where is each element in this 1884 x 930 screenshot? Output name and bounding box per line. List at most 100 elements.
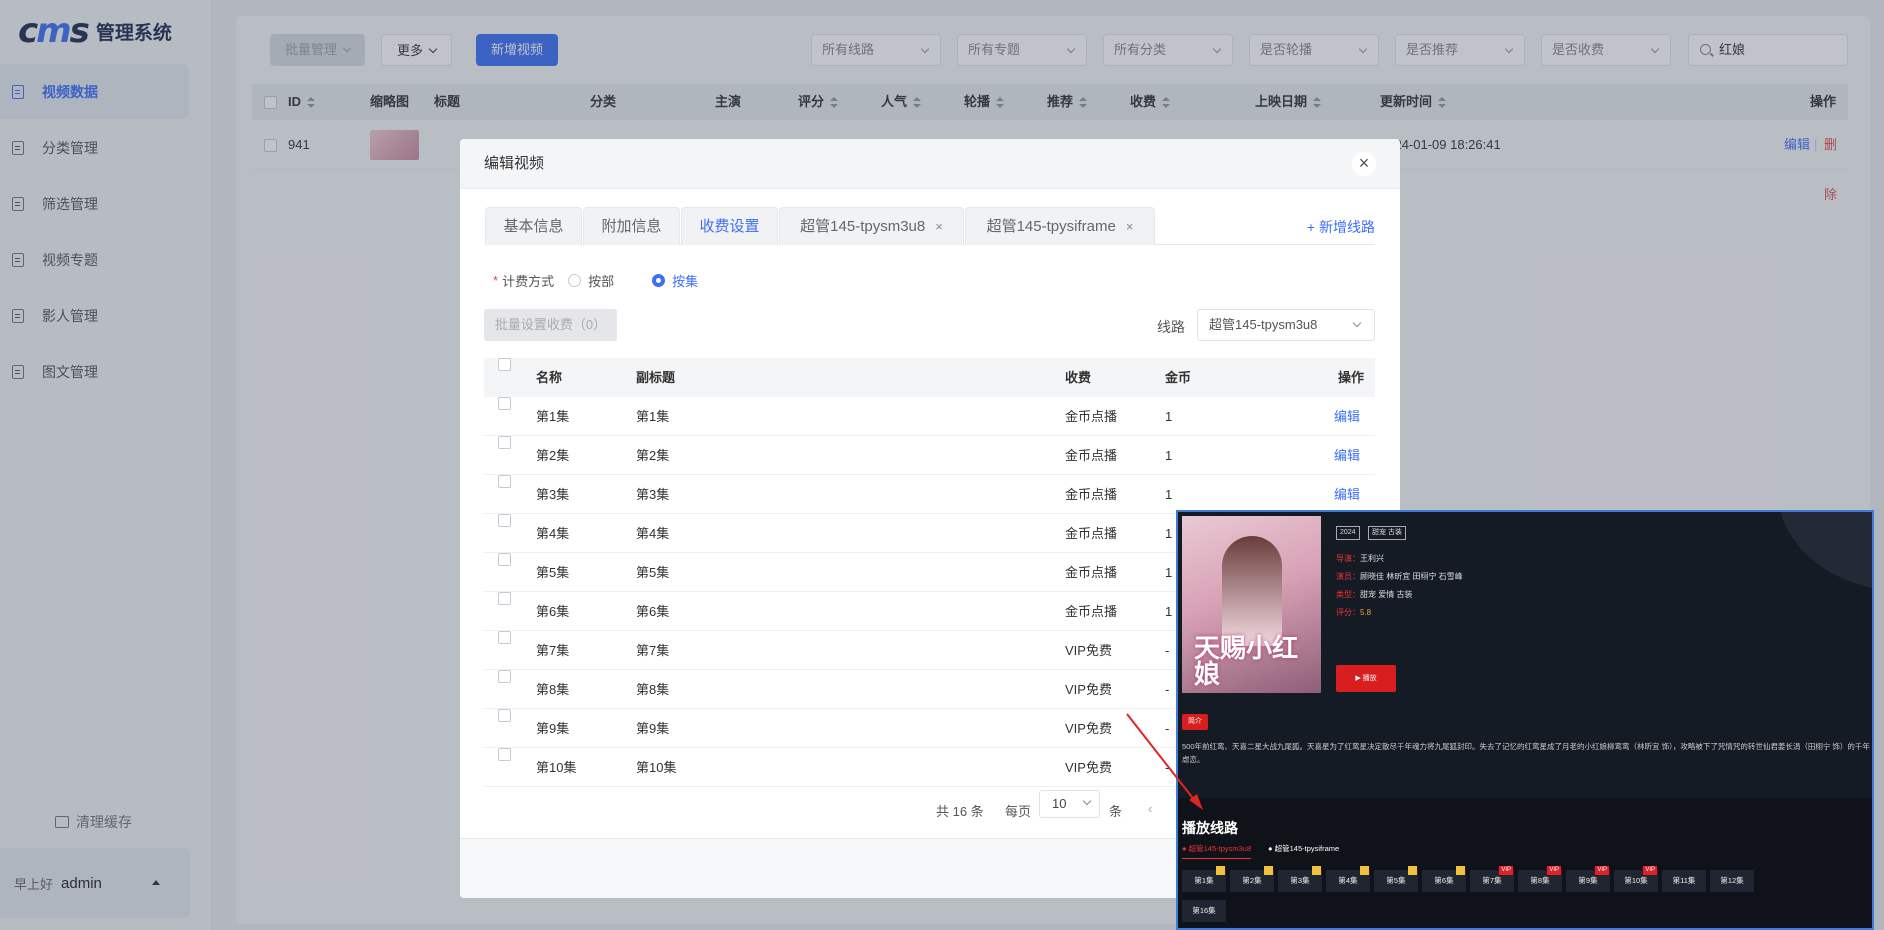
tab-route-iframe[interactable]: 超管145-tpysiframe × — [965, 207, 1155, 245]
line-value: 顾晓佳 林昕宜 田栩宁 石雪峰 — [1360, 572, 1463, 581]
close-icon[interactable]: × — [935, 219, 943, 234]
episode-edit-link[interactable]: 编辑 — [1334, 397, 1360, 436]
page-size-select[interactable]: 10 — [1039, 790, 1100, 818]
preview-episode-button[interactable]: 第16集 — [1182, 900, 1226, 922]
checkbox[interactable] — [498, 709, 511, 722]
vip-badge: VIP — [1499, 866, 1513, 875]
score-line: 评分：5.8 — [1336, 607, 1371, 618]
checkbox[interactable] — [498, 631, 511, 644]
episode-label: 第1集 — [1194, 876, 1214, 885]
line-label: 导演： — [1336, 554, 1360, 563]
episode-subtitle: 第1集 — [636, 409, 670, 424]
tab-billing[interactable]: 收费设置 — [681, 207, 778, 245]
route-label: 线路 — [1157, 319, 1185, 335]
route-value: 超管145-tpysm3u8 — [1209, 317, 1318, 332]
decor-arc — [1778, 512, 1872, 592]
episode-coin: 1 — [1165, 448, 1173, 463]
tab-route-m3u8[interactable]: 超管145-tpysm3u8 × — [779, 207, 964, 245]
radio-per-series[interactable] — [568, 274, 582, 287]
episode-fee: 金币点播 — [1065, 409, 1118, 424]
episode-fee: 金币点播 — [1065, 487, 1118, 502]
preview-episode-button[interactable]: 第1集 — [1182, 866, 1226, 892]
episode-subtitle: 第10集 — [636, 760, 677, 775]
preview-episode-button[interactable]: 第9集 VIP — [1566, 866, 1610, 892]
tab-label: 超管145-tpysm3u8 — [800, 218, 926, 235]
episode-name: 第5集 — [536, 565, 570, 580]
radio-per-episode[interactable] — [652, 274, 666, 287]
batch-set-fee-button[interactable]: 批量设置收费（0） — [484, 309, 617, 341]
preview-episode-button[interactable]: 第3集 — [1278, 866, 1322, 892]
episode-name: 第7集 — [536, 643, 570, 658]
close-icon[interactable]: × — [1352, 152, 1376, 176]
checkbox[interactable] — [498, 358, 511, 371]
episode-fee: VIP免费 — [1065, 760, 1112, 775]
coin-badge — [1407, 866, 1417, 875]
checkbox[interactable] — [498, 475, 511, 488]
preview-episode-button[interactable]: 第12集 — [1710, 870, 1754, 892]
radio-label[interactable]: 按部 — [588, 271, 614, 290]
add-line-link[interactable]: + 新增线路 — [1307, 217, 1375, 237]
episode-name: 第10集 — [536, 760, 577, 775]
col-action: 操作 — [1338, 370, 1365, 385]
coin-badge — [1359, 866, 1369, 875]
checkbox[interactable] — [498, 748, 511, 761]
episode-name: 第8集 — [536, 682, 570, 697]
synopsis: 500年前红鸾、天喜二星大战九尾狐。天喜星为了红鸾星决定散尽千年魂力将九尾狐封印… — [1182, 742, 1870, 764]
episode-coin: 1 — [1165, 487, 1173, 502]
checkbox[interactable] — [498, 436, 511, 449]
episode-edit-link[interactable]: 编辑 — [1334, 475, 1360, 514]
tab-extra-info[interactable]: 附加信息 — [583, 207, 680, 245]
tab-basic-info[interactable]: 基本信息 — [485, 207, 582, 245]
route-tab-m3u8[interactable]: ● 超管145-tpysm3u8 — [1182, 843, 1252, 859]
episode-name: 第2集 — [536, 448, 570, 463]
episode-label: 第2集 — [1242, 876, 1262, 885]
col-subtitle: 副标题 — [636, 370, 676, 385]
episode-name: 第3集 — [536, 487, 570, 502]
preview-episode-button[interactable]: 第6集 — [1422, 866, 1466, 892]
episode-label: 第9集 — [1578, 876, 1598, 885]
preview-episode-button[interactable]: 第10集 VIP — [1614, 866, 1658, 892]
year-tag: 2024 — [1336, 526, 1360, 540]
preview-episode-button[interactable]: 第7集 VIP — [1470, 866, 1514, 892]
play-button[interactable]: ▶ 播放 — [1336, 665, 1396, 692]
episode-subtitle: 第7集 — [636, 643, 670, 658]
episode-table-header: 名称 副标题 收费 金币 操作 — [484, 358, 1375, 397]
vip-badge: VIP — [1595, 866, 1609, 875]
episode-fee: 金币点播 — [1065, 565, 1118, 580]
episode-coin: 1 — [1165, 604, 1173, 619]
modal-title: 编辑视频 — [460, 139, 1400, 189]
checkbox[interactable] — [498, 397, 511, 410]
annotation-arrow — [1126, 713, 1203, 810]
episode-row: 第3集 第3集 金币点播 1 编辑 — [484, 475, 1375, 514]
checkbox[interactable] — [498, 514, 511, 527]
pager-unit: 条 — [1109, 804, 1123, 819]
episode-label: 第11集 — [1672, 876, 1696, 885]
tab-label: 超管145-tpysiframe — [986, 218, 1116, 235]
close-icon[interactable]: × — [1126, 219, 1134, 234]
play-label: 播放 — [1362, 675, 1377, 682]
episode-subtitle: 第9集 — [636, 721, 670, 736]
checkbox[interactable] — [498, 670, 511, 683]
radio-label[interactable]: 按集 — [672, 271, 698, 290]
coin-badge — [1215, 866, 1225, 875]
type-line: 类型：甜宠 爱情 古装 — [1336, 589, 1412, 600]
billing-label: 计费方式 — [502, 274, 555, 289]
preview-episode-button[interactable]: 第2集 — [1230, 866, 1274, 892]
preview-episode-button[interactable]: 第8集 VIP — [1518, 866, 1562, 892]
routes-title: 播放线路 — [1182, 820, 1238, 836]
episode-coin: 1 — [1165, 565, 1173, 580]
preview-episode-button[interactable]: 第11集 — [1662, 870, 1706, 892]
checkbox[interactable] — [498, 553, 511, 566]
episode-subtitle: 第5集 — [636, 565, 670, 580]
episode-fee: VIP免费 — [1065, 643, 1112, 658]
page-size-value: 10 — [1052, 796, 1067, 811]
route-select[interactable]: 超管145-tpysm3u8 — [1197, 309, 1375, 341]
col-name: 名称 — [536, 370, 563, 385]
checkbox[interactable] — [498, 592, 511, 605]
preview-episode-button[interactable]: 第4集 — [1326, 866, 1370, 892]
episode-label: 第6集 — [1434, 876, 1454, 885]
route-tab-iframe[interactable]: ● 超管145-tpysiframe — [1268, 843, 1339, 854]
episode-fee: 金币点播 — [1065, 604, 1118, 619]
preview-episode-button[interactable]: 第5集 — [1374, 866, 1418, 892]
episode-edit-link[interactable]: 编辑 — [1334, 436, 1360, 475]
